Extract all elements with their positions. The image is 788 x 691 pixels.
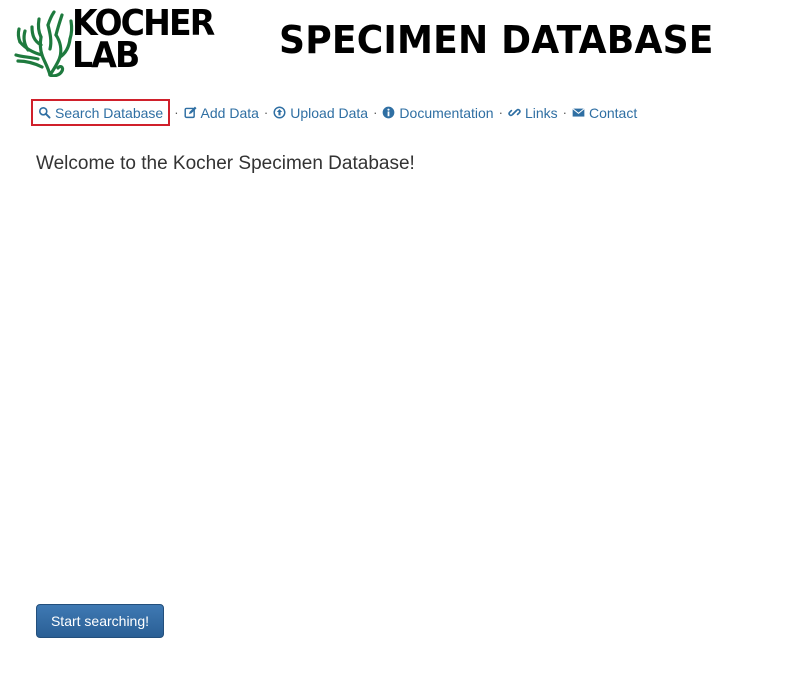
nav-label: Contact xyxy=(588,104,638,121)
nav-label: Documentation xyxy=(399,104,494,121)
main-nav: Search Database · Add Data · Upload Data… xyxy=(31,99,638,126)
nav-documentation[interactable]: Documentation xyxy=(381,99,494,126)
nav-label: Add Data xyxy=(200,104,259,121)
logo-line-2: LAB xyxy=(72,35,140,76)
nav-search-database[interactable]: Search Database xyxy=(31,99,171,126)
nav-separator: · xyxy=(498,105,503,120)
page-title: SPECIMEN DATABASE xyxy=(279,18,714,62)
link-icon xyxy=(508,108,521,117)
nav-separator: · xyxy=(174,105,179,120)
nav-upload-data[interactable]: Upload Data xyxy=(272,99,369,126)
welcome-heading: Welcome to the Kocher Specimen Database! xyxy=(36,153,415,174)
info-icon xyxy=(383,106,395,119)
search-icon xyxy=(38,106,51,119)
upload-icon xyxy=(273,106,286,119)
envelope-icon xyxy=(572,108,585,117)
nav-add-data[interactable]: Add Data xyxy=(183,99,260,126)
nav-links[interactable]: Links xyxy=(507,99,559,126)
nav-separator: · xyxy=(373,105,378,120)
edit-icon xyxy=(184,106,197,119)
start-searching-button[interactable]: Start searching! xyxy=(36,604,164,638)
coral-tree-icon xyxy=(14,10,74,77)
logo-wordmark: KOCHER LAB xyxy=(72,6,215,76)
nav-contact[interactable]: Contact xyxy=(571,99,638,126)
nav-label: Search Database xyxy=(55,104,164,121)
nav-separator: · xyxy=(562,105,567,120)
nav-label: Upload Data xyxy=(290,104,369,121)
site-logo[interactable]: KOCHER LAB xyxy=(14,6,224,77)
nav-separator: · xyxy=(263,105,269,120)
nav-label: Links xyxy=(524,104,558,121)
